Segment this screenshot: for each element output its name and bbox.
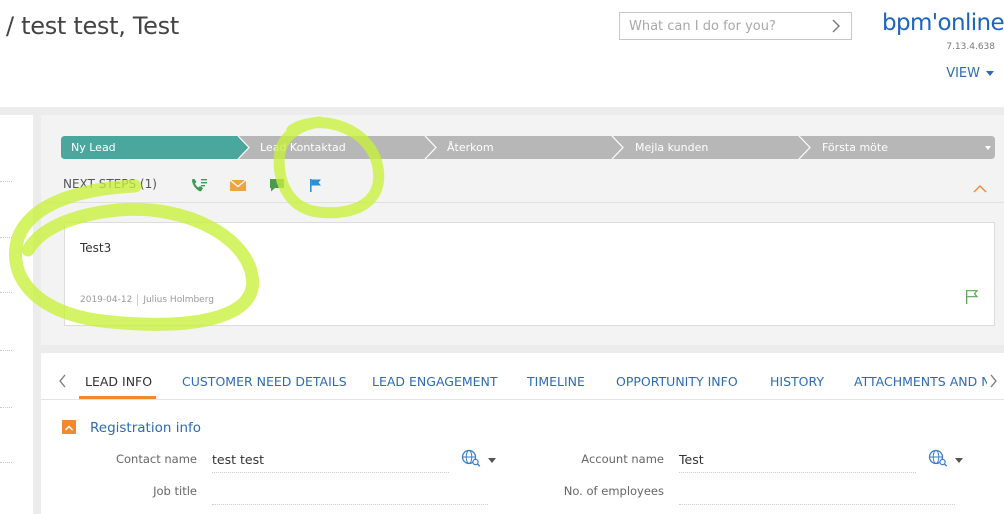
left-panel-divider: [0, 350, 12, 351]
task-meta: 2019-04-12 Julius Holmberg: [80, 294, 214, 306]
task-owner[interactable]: Julius Holmberg: [143, 295, 214, 305]
caret-down-icon: [986, 71, 994, 76]
lead-stage-bar: Ny Lead Lead Kontaktad Återkom Mejla kun…: [61, 136, 995, 159]
task-date: 2019-04-12: [80, 295, 133, 305]
tab-customer-need-details[interactable]: CUSTOMER NEED DETAILS: [182, 374, 347, 389]
employees-label: No. of employees: [563, 484, 664, 498]
view-button[interactable]: VIEW: [946, 66, 994, 81]
tab-lead-engagement[interactable]: LEAD ENGAGEMENT: [372, 374, 498, 389]
chevron-left-icon[interactable]: [58, 374, 67, 388]
tab-lead-info[interactable]: LEAD INFO: [85, 374, 152, 389]
command-search-input[interactable]: [620, 13, 820, 39]
flag-outline-icon[interactable]: [964, 289, 979, 305]
chevron-up-icon: [64, 425, 74, 431]
globe-search-icon[interactable]: [928, 449, 948, 467]
account-name-label: Account name: [581, 452, 664, 466]
chevron-up-icon[interactable]: [972, 184, 988, 194]
globe-search-icon[interactable]: [461, 449, 481, 467]
left-panel-divider: [0, 181, 12, 182]
meta-separator: [137, 294, 139, 306]
left-panel-divider: [0, 462, 12, 463]
stage-label-forsta-mote[interactable]: Första möte: [822, 141, 888, 154]
stage-label-aterkom[interactable]: Återkom: [447, 141, 494, 154]
stage-label-ny-lead[interactable]: Ny Lead: [71, 141, 116, 154]
left-side-panel: [0, 115, 33, 514]
flag-icon[interactable]: [307, 177, 325, 193]
tab-attachments-and-notes[interactable]: ATTACHMENTS AND N: [854, 374, 987, 389]
account-name-underline: [679, 472, 916, 473]
left-panel-divider: [0, 407, 12, 408]
account-name-value[interactable]: Test: [679, 452, 704, 467]
contact-name-label: Contact name: [115, 452, 197, 466]
group-collapse-toggle[interactable]: [62, 420, 76, 434]
email-icon[interactable]: [229, 177, 247, 193]
left-panel-divider: [0, 292, 12, 293]
page-title: / test test, Test: [6, 12, 179, 40]
bpmonline-logo: bpm'online: [882, 10, 1004, 36]
stage-caret-down-icon[interactable]: [985, 146, 991, 150]
contact-name-underline: [212, 472, 449, 473]
stage-label-mejla-kunden[interactable]: Mejla kunden: [635, 141, 708, 154]
tab-opportunity-info[interactable]: OPPORTUNITY INFO: [616, 374, 738, 389]
stage-panel-divider: [41, 202, 1004, 203]
chevron-right-icon[interactable]: [830, 18, 842, 34]
next-step-task-card[interactable]: Test3 2019-04-12 Julius Holmberg: [64, 222, 995, 326]
account-name-dropdown-caret[interactable]: [955, 458, 963, 463]
task-title[interactable]: Test3: [80, 241, 111, 255]
job-title-label: Job title: [153, 484, 197, 498]
tab-timeline[interactable]: TIMELINE: [527, 374, 585, 389]
page-header: / test test, Test bpm'online 7.13.4.638 …: [0, 0, 1004, 107]
employees-underline: [679, 504, 955, 505]
tabs-bar: LEAD INFO CUSTOMER NEED DETAILS LEAD ENG…: [41, 360, 1004, 400]
chat-icon[interactable]: [268, 177, 286, 193]
version-label: 7.13.4.638: [946, 42, 995, 52]
stage-label-lead-kontaktad[interactable]: Lead Kontaktad: [260, 141, 346, 154]
chevron-right-icon[interactable]: [989, 374, 998, 388]
phone-icon[interactable]: [190, 177, 208, 193]
view-button-label: VIEW: [946, 66, 980, 81]
job-title-underline: [212, 504, 488, 505]
left-panel-divider: [0, 237, 12, 238]
tab-history[interactable]: HISTORY: [770, 374, 824, 389]
group-title-registration-info[interactable]: Registration info: [90, 420, 201, 436]
active-tab-underline: [79, 396, 156, 399]
contact-name-dropdown-caret[interactable]: [488, 458, 496, 463]
command-search-box[interactable]: [619, 12, 852, 40]
next-steps-label: NEXT STEPS (1): [63, 177, 157, 191]
contact-name-value[interactable]: test test: [212, 452, 264, 467]
